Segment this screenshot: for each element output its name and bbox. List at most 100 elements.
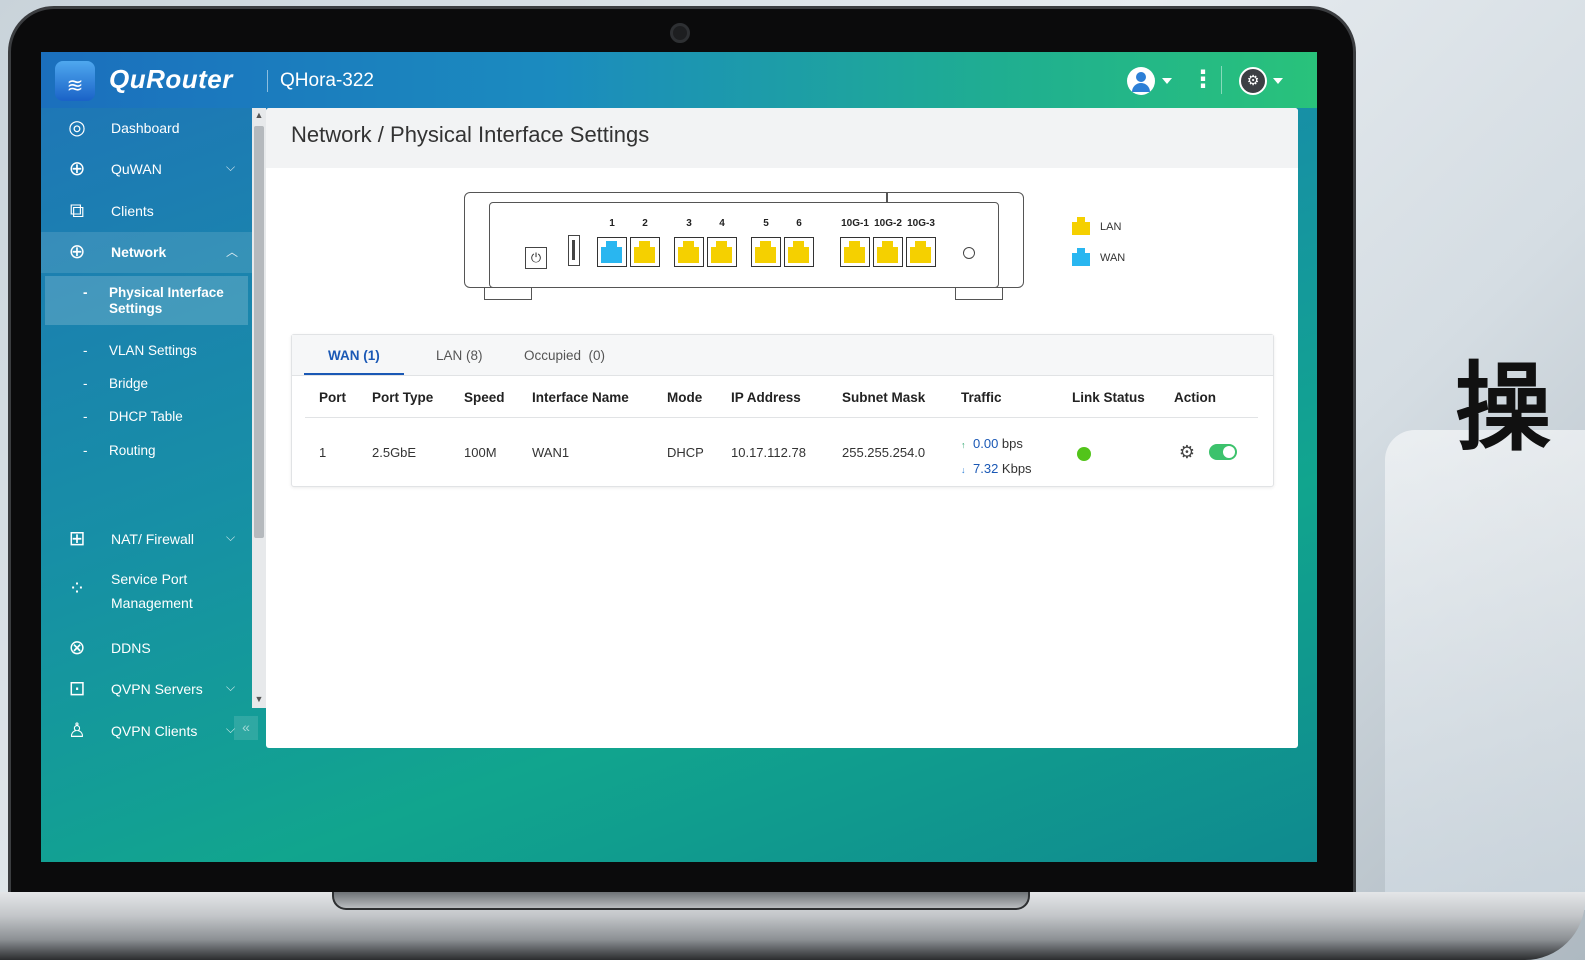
port-label: 10G-2: [874, 218, 902, 229]
chevron-down-icon: ⌵: [226, 680, 236, 694]
chassis-foot: [484, 288, 532, 300]
ethernet-port-2[interactable]: [630, 237, 660, 267]
ethernet-port-6[interactable]: [784, 237, 814, 267]
laptop-notch: [332, 892, 1030, 910]
device-chassis: [464, 192, 1024, 288]
sidebar-subitem-physical-interface[interactable]: - Physical Interface Settings: [45, 276, 248, 325]
sidebar-item-dashboard[interactable]: ◎ Dashboard: [41, 108, 252, 148]
app-screen: ≋ QuRouter QHora-322 ⋮ ⚙ ◎ Dashboard ⊕ Q…: [41, 52, 1317, 862]
cell-interface-name: WAN1: [532, 445, 570, 460]
ddns-icon: ⊗: [68, 637, 86, 659]
sidebar-subitem-label: Physical Interface Settings: [109, 285, 224, 316]
usb-port-icon: [568, 235, 580, 266]
clients-icon: ⧉: [69, 200, 85, 222]
scrollbar-thumb[interactable]: [254, 126, 264, 538]
more-vertical-icon[interactable]: ⋮: [1191, 66, 1215, 94]
column-header-link-status: Link Status: [1072, 390, 1145, 405]
globe-icon: ⊕: [68, 241, 86, 263]
column-header-subnet-mask: Subnet Mask: [842, 390, 926, 405]
port-label: 1: [609, 218, 615, 229]
brand-divider: [267, 70, 268, 92]
sidebar: ◎ Dashboard ⊕ QuWAN ⌵ ⧉ Clients ⊕ Networ…: [41, 108, 252, 862]
ethernet-port-4[interactable]: [707, 237, 737, 267]
sidebar-subitem-bridge[interactable]: - Bridge: [45, 367, 248, 400]
column-header-interface-name: Interface Name: [532, 390, 629, 405]
chevron-down-icon[interactable]: [1162, 78, 1172, 84]
sidebar-item-qvpn-servers[interactable]: ⊡ QVPN Servers ⌵: [41, 669, 252, 709]
sidebar-item-label: NAT/ Firewall: [111, 531, 194, 547]
sidebar-item-ddns[interactable]: ⊗ DDNS: [41, 628, 252, 668]
ethernet-port-10g-3[interactable]: [906, 237, 936, 267]
sub-item-dash: -: [83, 285, 88, 300]
sidebar-item-clients[interactable]: ⧉ Clients: [41, 191, 252, 231]
user-avatar-icon[interactable]: [1127, 67, 1155, 95]
lock-icon: ⊡: [68, 678, 86, 700]
chassis-foot: [955, 288, 1003, 300]
ethernet-port-1[interactable]: [597, 237, 627, 267]
cell-traffic: ↑ 0.00 bps ↓ 7.32 Kbps: [961, 432, 1032, 482]
port-label: 10G-3: [907, 218, 935, 229]
ethernet-port-3[interactable]: [674, 237, 704, 267]
header-divider: [305, 417, 1258, 418]
cell-port-type: 2.5GbE: [372, 445, 417, 460]
tab-bar: WAN (1) LAN (8) Occupied (0): [292, 335, 1273, 376]
tab-wan[interactable]: WAN (1): [328, 348, 380, 363]
port-label: 5: [763, 218, 769, 229]
sidebar-subitem-vlan[interactable]: - VLAN Settings: [45, 334, 248, 367]
sidebar-item-label: Service Port: [111, 571, 188, 587]
chevron-down-icon: ⌵: [226, 530, 236, 544]
sidebar-subitem-dhcp-table[interactable]: - DHCP Table: [45, 400, 248, 433]
sub-item-dash: -: [83, 409, 88, 424]
tab-occupied[interactable]: Occupied (0): [524, 348, 605, 363]
legend-label: LAN: [1100, 221, 1122, 233]
vpn-client-icon: ♙: [68, 720, 86, 742]
sidebar-item-label: QuWAN: [111, 161, 162, 177]
collapse-sidebar-button[interactable]: «: [234, 716, 258, 740]
ethernet-port-5[interactable]: [751, 237, 781, 267]
wan-swatch-icon: [1072, 248, 1090, 266]
sidebar-subitem-label: Routing: [109, 443, 156, 458]
sidebar-subitem-label: Bridge: [109, 376, 149, 391]
interface-table-card: WAN (1) LAN (8) Occupied (0) Port Port T…: [291, 334, 1274, 487]
gear-icon[interactable]: ⚙: [1176, 441, 1198, 463]
background-character: 操: [1455, 352, 1551, 464]
sidebar-item-nat-firewall[interactable]: ⊞ NAT/ Firewall ⌵: [41, 519, 252, 559]
ethernet-port-10g-1[interactable]: [840, 237, 870, 267]
column-header-mode: Mode: [667, 390, 703, 405]
interface-enable-toggle[interactable]: [1209, 444, 1237, 460]
traffic-up-value: 0.00: [973, 436, 999, 451]
top-bar: ≋ QuRouter QHora-322 ⋮ ⚙: [41, 52, 1317, 108]
scroll-up-icon[interactable]: ▲: [254, 110, 264, 120]
sidebar-item-quwan[interactable]: ⊕ QuWAN ⌵: [41, 149, 252, 189]
traffic-down-unit: Kbps: [998, 461, 1032, 476]
topbar-divider: [1221, 66, 1222, 94]
scroll-down-icon[interactable]: ▼: [254, 694, 264, 704]
ethernet-port-10g-2[interactable]: [873, 237, 903, 267]
sidebar-item-qvpn-clients[interactable]: ♙ QVPN Clients ⌵: [41, 711, 252, 751]
active-tab-indicator: [304, 373, 404, 375]
sidebar-item-label: QVPN Clients: [111, 723, 198, 739]
upload-arrow-icon: ↑: [961, 440, 966, 450]
column-header-speed: Speed: [464, 390, 505, 405]
sidebar-item-label: Dashboard: [111, 120, 180, 136]
sidebar-item-label: QVPN Servers: [111, 681, 203, 697]
tab-lan[interactable]: LAN (8): [436, 348, 483, 363]
camera-icon: [670, 23, 690, 43]
sidebar-subitem-label: VLAN Settings: [109, 343, 197, 358]
sidebar-item-service-port[interactable]: ⁘ Service Port Management: [41, 563, 252, 615]
quwan-icon: ⊕: [68, 158, 86, 180]
status-led: [963, 247, 975, 259]
cell-mode: DHCP: [667, 445, 704, 460]
column-header-action: Action: [1174, 390, 1216, 405]
column-header-port-type: Port Type: [372, 390, 434, 405]
sidebar-item-label: Network: [111, 244, 167, 260]
settings-globe-icon[interactable]: ⚙: [1239, 67, 1267, 95]
sidebar-subitem-routing[interactable]: - Routing: [45, 434, 248, 467]
port-label: 10G-1: [841, 218, 869, 229]
firewall-icon: ⊞: [68, 528, 86, 550]
sub-item-dash: -: [83, 376, 88, 391]
sidebar-item-network[interactable]: ⊕ Network ︿: [41, 232, 252, 273]
chevron-up-icon: ︿: [226, 245, 239, 259]
chevron-down-icon[interactable]: [1273, 78, 1283, 84]
sidebar-scrollbar[interactable]: ▲ ▼: [252, 108, 266, 708]
